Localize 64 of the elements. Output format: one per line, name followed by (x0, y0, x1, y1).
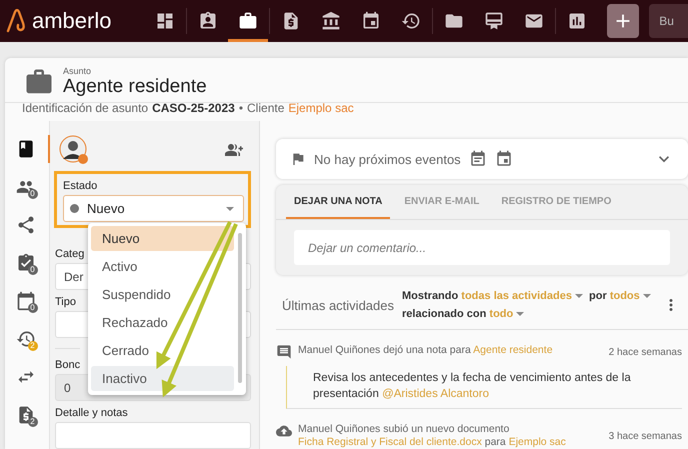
filter-text: relacionado con (402, 308, 488, 320)
bar-chart-icon (566, 11, 587, 31)
section-label: Asunto (63, 66, 92, 76)
bank-icon (320, 11, 341, 31)
events-text: No hay próximos eventos (314, 152, 461, 166)
search-button[interactable]: Bu (649, 4, 688, 38)
sidebar-tab[interactable]: 0 (4, 287, 50, 315)
activity-text: Manuel Quiñones subió un nuevo documento Ficha Registral y Fiscal del cliente.docx para Ejemplo sac (298, 423, 567, 449)
add-button[interactable] (606, 4, 640, 38)
activity-time: 2 hace semanas (608, 346, 682, 358)
field-label: Tipo (55, 296, 76, 308)
comment-icon (276, 344, 292, 360)
separator-dot: • (238, 101, 244, 115)
status-dot-icon (70, 204, 79, 213)
client-label: Cliente (247, 101, 284, 115)
field-label: Detalle y notas (55, 407, 128, 419)
sidebar-tab[interactable]: 2 (4, 401, 50, 429)
id-value: CASO-25-2023 (152, 101, 235, 115)
briefcase-icon (238, 11, 258, 31)
activity-title: Últimas actividades (282, 298, 394, 312)
matter-title: Agente residente (63, 76, 207, 98)
add-person-icon (225, 141, 243, 159)
menu-option[interactable]: Rechazado (91, 310, 234, 335)
menu-option[interactable]: Cerrado (91, 338, 234, 363)
input-field[interactable] (55, 422, 251, 449)
share-icon (16, 215, 36, 235)
clock-icon (400, 11, 421, 31)
sidebar-tab[interactable]: 0 (4, 173, 50, 201)
caret-icon (516, 312, 524, 316)
count-badge: 2 (28, 341, 38, 351)
tab[interactable]: DEJAR UNA NOTA (286, 185, 390, 219)
activity-time: 3 hace semanas (608, 430, 682, 442)
count-badge: 0 (28, 303, 38, 313)
menu-option[interactable]: Activo (91, 254, 234, 279)
status-select[interactable]: Nuevo (63, 195, 244, 222)
caret-icon (574, 294, 583, 298)
dashboard-icon (155, 11, 176, 31)
id-label: Identificación de asunto (22, 101, 148, 115)
sidebar-tab[interactable]: 0 (4, 249, 50, 277)
scrollbar[interactable] (238, 233, 242, 383)
filter-text: por (588, 290, 608, 302)
logo-icon (6, 9, 28, 33)
field-label: Estado (63, 180, 98, 192)
count-badge: 0 (28, 189, 38, 199)
comment-field[interactable]: Dejar un comentario... (294, 230, 670, 265)
count-badge: 0 (28, 265, 38, 275)
clipboard-check-icon (16, 253, 36, 273)
caret-icon (226, 206, 234, 210)
activity-text: Manuel Quiñones dejó una nota para Agente residente (298, 344, 554, 357)
contact-card-icon (198, 11, 218, 31)
field-label: Bonc (55, 348, 80, 371)
menu-option[interactable]: Nuevo (91, 226, 234, 251)
avatar-icon (59, 135, 89, 165)
calendar-icon (360, 11, 381, 31)
menu-option[interactable]: Suspendido (91, 282, 234, 307)
note-text: Revisa los antecedentes y la fecha de vencimiento antes de la presentación @Aristides Alcantoro (286, 366, 682, 409)
logo-text: amberlo (32, 8, 112, 34)
count-badge: 2 (28, 417, 38, 427)
menu-option[interactable]: Inactivo (91, 366, 234, 391)
caret-icon (642, 294, 651, 298)
filter-text: Mostrando (402, 290, 460, 302)
field-label: Categ (55, 248, 84, 260)
certificate-icon (484, 11, 504, 31)
cloud-upload-icon (276, 423, 292, 439)
